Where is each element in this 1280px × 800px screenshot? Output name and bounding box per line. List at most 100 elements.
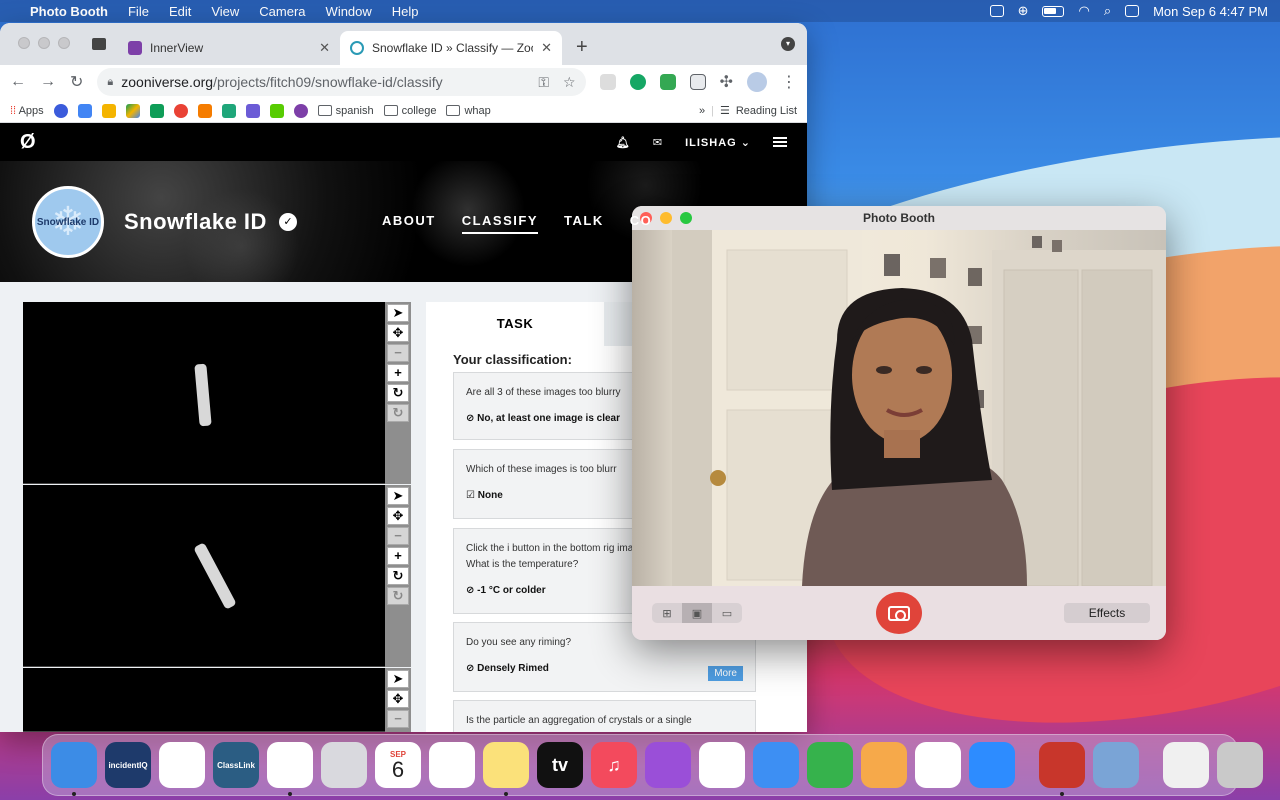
extension-icon[interactable] [689, 74, 706, 90]
tab-snowflake-classify[interactable]: Snowflake ID » Classify — Zoo ✕ [340, 31, 562, 65]
menu-help[interactable]: Help [392, 4, 419, 19]
bookmark-folder-whap[interactable]: whap [446, 105, 491, 117]
effects-button[interactable]: Effects [1064, 603, 1150, 623]
bookmark-apps[interactable]: ⁞⁞ Apps [10, 105, 44, 117]
question-card[interactable]: Is the particle an aggregation of crysta… [453, 700, 756, 732]
rotate-icon[interactable]: ↻ [387, 384, 409, 402]
duolingo-icon[interactable] [269, 103, 284, 118]
dock-chrome-icon[interactable] [267, 742, 313, 796]
menu-file[interactable]: File [128, 4, 149, 19]
pointer-tool-icon[interactable]: ➤ [387, 670, 409, 688]
reading-list-icon[interactable]: ☰ [720, 104, 730, 117]
slides-icon[interactable] [101, 103, 116, 118]
reset-icon[interactable]: ↻ [387, 587, 409, 605]
dock-music-icon[interactable]: ♫ [591, 742, 637, 788]
dock-document-icon[interactable] [1163, 742, 1209, 788]
extensions-puzzle-icon[interactable]: ✣ [720, 72, 733, 92]
nav-collect[interactable]: CO [630, 213, 653, 234]
forward-icon[interactable]: → [40, 73, 56, 91]
docs-icon[interactable] [77, 103, 92, 118]
rotate-icon[interactable]: ↻ [387, 567, 409, 585]
new-tab-icon[interactable]: + [576, 36, 588, 59]
zoom-out-icon[interactable]: − [387, 344, 409, 362]
reload-icon[interactable]: ↻ [70, 72, 83, 92]
user-menu[interactable]: ILISHAG ⌄ [685, 136, 751, 149]
four-up-mode-icon[interactable]: ⊞ [652, 603, 682, 623]
extension-icon[interactable] [659, 74, 676, 90]
tab-task[interactable]: TASK [426, 302, 604, 346]
dock-zoom-icon[interactable] [969, 742, 1015, 788]
dock-google-drive-icon[interactable] [159, 742, 205, 788]
dock-launchpad-icon[interactable] [321, 742, 367, 788]
zoom-window-button[interactable] [58, 37, 70, 49]
menu-camera[interactable]: Camera [259, 4, 305, 19]
close-window-button[interactable] [18, 37, 30, 49]
bookmark-folder-college[interactable]: college [383, 105, 436, 117]
tab-search-icon[interactable] [92, 38, 106, 50]
key-icon[interactable]: ⚿ [538, 74, 549, 91]
dock-reminders-icon[interactable] [429, 742, 475, 788]
more-button[interactable]: More [708, 666, 743, 681]
extension-icon[interactable] [599, 74, 616, 90]
address-bar[interactable]: 🔒︎ zooniverse.org/projects/fitch09/snowf… [97, 68, 586, 96]
dock-slack-icon[interactable] [915, 742, 961, 788]
dock-apple-tv-icon[interactable]: tv [537, 742, 583, 788]
nav-classify[interactable]: CLASSIFY [461, 213, 539, 234]
messages-icon[interactable]: ✉ [653, 136, 663, 149]
bookmark-star-icon[interactable]: ☆ [563, 74, 576, 91]
dock-notes-icon[interactable] [483, 742, 529, 796]
dock-classlink-icon[interactable]: ClassLink [213, 742, 259, 788]
reset-icon[interactable]: ↻ [387, 404, 409, 422]
video-mode-icon[interactable]: ▭ [712, 603, 742, 623]
bookmark-icon[interactable] [173, 103, 188, 118]
profile-avatar[interactable] [747, 72, 767, 92]
tab-menu-icon[interactable]: ▾ [781, 37, 795, 51]
minimize-window-button[interactable] [38, 37, 50, 49]
drive-icon[interactable] [125, 103, 140, 118]
dock-preview-icon[interactable] [1093, 742, 1139, 788]
zoom-out-icon[interactable]: − [387, 710, 409, 728]
bookmark-icon[interactable] [245, 103, 260, 118]
dock-finder-icon[interactable] [51, 742, 97, 796]
pan-tool-icon[interactable]: ✥ [387, 507, 409, 525]
grammarly-icon[interactable] [629, 74, 646, 90]
dock-photo-booth-icon[interactable] [1039, 742, 1085, 796]
nav-about[interactable]: ABOUT [382, 213, 436, 234]
zoom-in-icon[interactable]: + [387, 547, 409, 565]
reading-list-button[interactable]: Reading List [736, 105, 797, 117]
innerview-icon[interactable] [293, 103, 308, 118]
dock-pages-icon[interactable] [861, 742, 907, 788]
tab-innerview[interactable]: InnerView ✕ [118, 31, 340, 65]
chrome-menu-icon[interactable]: ⋮ [781, 72, 797, 92]
zoom-out-icon[interactable]: − [387, 527, 409, 545]
close-tab-icon[interactable]: ✕ [319, 40, 330, 56]
pan-tool-icon[interactable]: ✥ [387, 690, 409, 708]
accessibility-icon[interactable]: ⊕ [1018, 3, 1029, 19]
bookmark-folder-spanish[interactable]: spanish [317, 105, 374, 117]
pointer-tool-icon[interactable]: ➤ [387, 304, 409, 322]
clock[interactable]: Mon Sep 6 4:47 PM [1153, 4, 1268, 19]
single-photo-mode-icon[interactable]: ▣ [682, 603, 712, 623]
hamburger-menu-icon[interactable] [773, 137, 787, 147]
bookmark-icon[interactable] [221, 103, 236, 118]
dock-news-icon[interactable] [699, 742, 745, 788]
close-tab-icon[interactable]: ✕ [541, 40, 552, 56]
take-photo-button[interactable] [876, 592, 922, 634]
project-avatar[interactable]: ❄ Snowflake ID [32, 186, 104, 258]
battery-icon[interactable] [1042, 5, 1065, 17]
subject-frame[interactable] [23, 302, 385, 484]
menu-view[interactable]: View [211, 4, 239, 19]
menu-window[interactable]: Window [326, 4, 372, 19]
dock-podcasts-icon[interactable] [645, 742, 691, 788]
bookmark-icon[interactable] [53, 103, 68, 118]
minimize-window-button[interactable] [660, 212, 672, 224]
bookmark-icon[interactable] [197, 103, 212, 118]
dock-trash-icon[interactable] [1217, 742, 1263, 788]
search-icon[interactable]: ⌕ [1104, 3, 1111, 19]
reader-icon[interactable] [989, 5, 1004, 17]
menu-edit[interactable]: Edit [169, 4, 191, 19]
menu-app-name[interactable]: Photo Booth [30, 4, 108, 19]
control-center-icon[interactable] [1125, 5, 1140, 17]
dock-incidentiq-icon[interactable]: incidentIQ [105, 742, 151, 788]
zoom-window-button[interactable] [680, 212, 692, 224]
